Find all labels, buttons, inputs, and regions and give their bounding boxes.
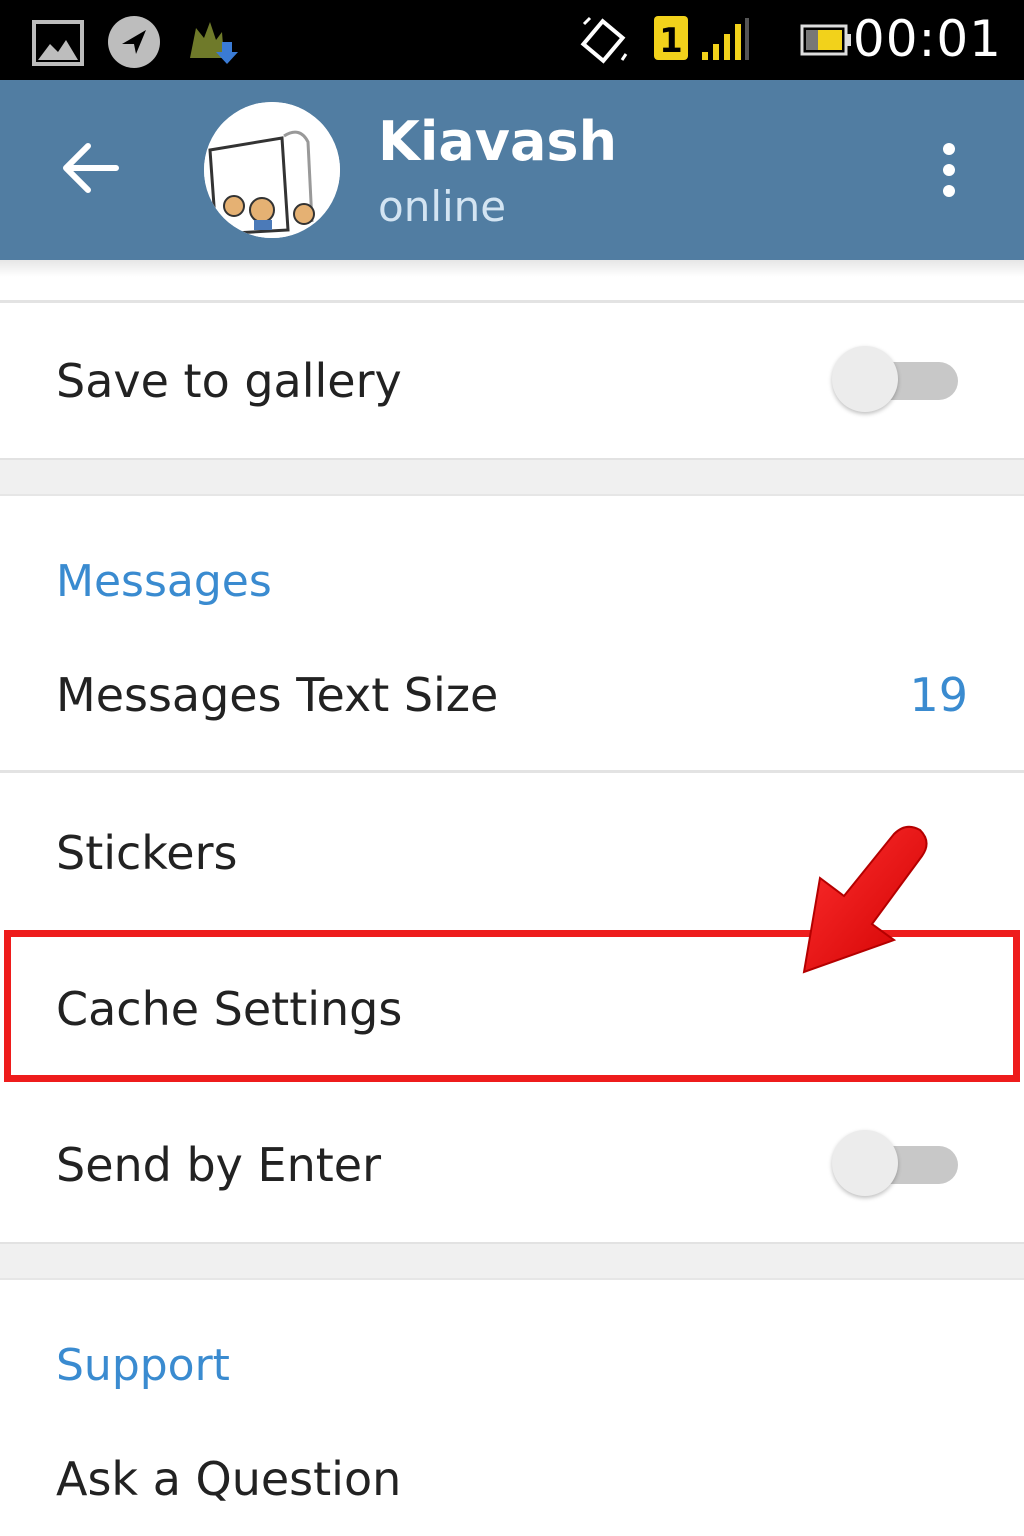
send-by-enter-label: Send by Enter <box>56 1138 381 1192</box>
more-vert-icon <box>943 143 955 155</box>
messages-text-size-value: 19 <box>909 668 968 722</box>
back-arrow-icon <box>60 140 120 200</box>
stickers-label[interactable]: Stickers <box>56 826 237 880</box>
more-options-button[interactable] <box>924 135 974 205</box>
vibrate-icon <box>578 14 630 70</box>
messages-section-header: Messages <box>56 556 272 607</box>
chat-title: Kiavash <box>378 110 618 173</box>
save-to-gallery-toggle[interactable] <box>832 346 962 412</box>
app-bar: Kiavash online <box>0 80 1024 260</box>
avatar[interactable] <box>204 102 340 238</box>
save-to-gallery-label: Save to gallery <box>56 354 402 408</box>
status-bar: 1 00:01 <box>0 0 1024 80</box>
section-divider <box>0 1242 1024 1280</box>
battery-icon <box>800 22 852 62</box>
app-bar-shadow <box>0 260 1024 302</box>
sim-icon: 1 <box>652 14 690 66</box>
send-by-enter-toggle[interactable] <box>832 1130 962 1196</box>
divider <box>0 770 1024 773</box>
back-button[interactable] <box>50 130 130 210</box>
gallery-icon <box>32 20 84 70</box>
support-section-header: Support <box>56 1340 230 1391</box>
navigation-icon <box>106 14 162 74</box>
status-time: 00:01 <box>852 10 1002 68</box>
section-divider <box>0 458 1024 496</box>
download-icon <box>186 18 240 70</box>
svg-text:1: 1 <box>659 21 683 61</box>
chat-status: online <box>378 182 507 231</box>
avatar-image <box>204 102 340 238</box>
signal-icon <box>700 16 752 66</box>
ask-question-label[interactable]: Ask a Question <box>56 1452 401 1506</box>
messages-text-size-label[interactable]: Messages Text Size <box>56 668 498 722</box>
divider <box>0 300 1024 303</box>
annotation-arrow-icon <box>790 820 940 984</box>
